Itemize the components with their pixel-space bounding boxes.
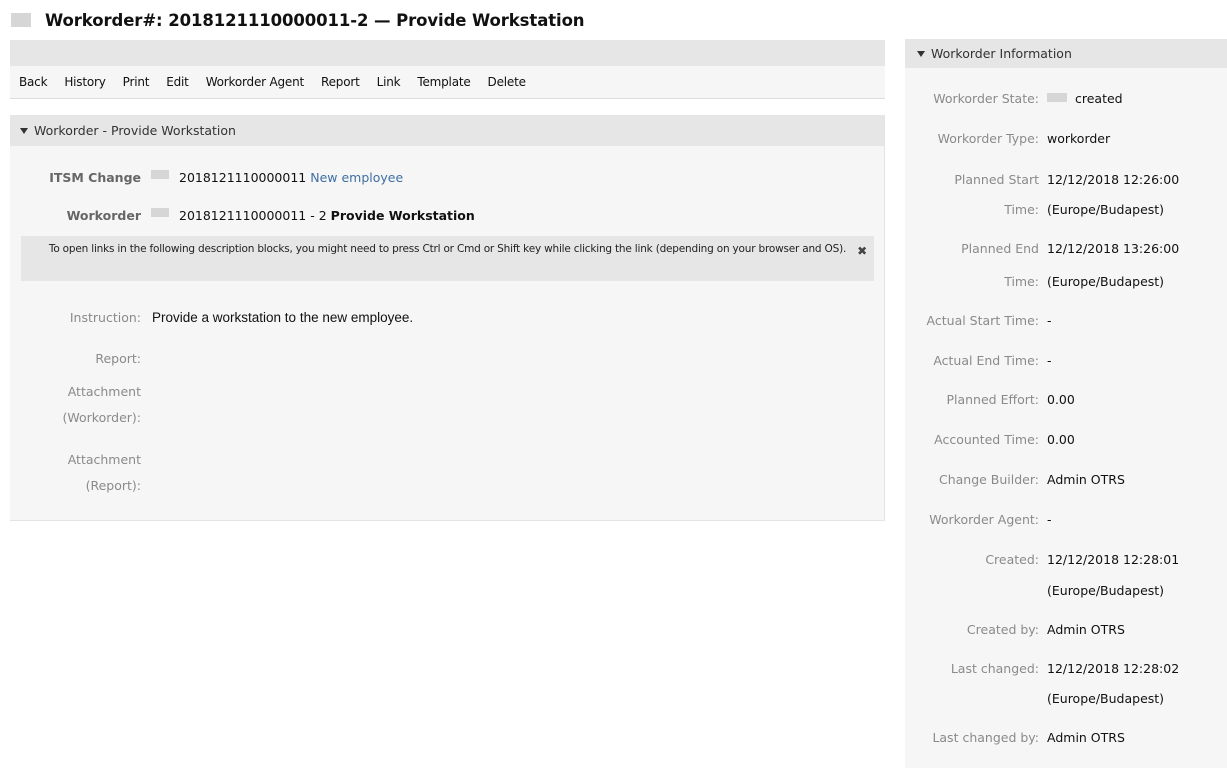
planned-effort-label: Planned Effort: [946,392,1039,407]
itsm-change-row: ITSM Change 2018121110000011 New employe… [10,167,403,187]
change-state-icon [151,169,169,179]
created-by-value: Admin OTRS [1047,622,1125,637]
workorder-widget-title: Workorder - Provide Workstation [34,123,236,138]
planned-start-value-line1: 12/12/2018 12:26:00 [1047,172,1180,187]
action-menu: Back History Print Edit Workorder Agent … [10,66,885,99]
itsm-change-link[interactable]: New employee [310,170,403,185]
attachment-workorder-label-line2: (Workorder): [62,410,141,425]
menu-history[interactable]: History [64,75,105,89]
menu-back[interactable]: Back [19,75,48,89]
state-value: created [1075,91,1123,106]
workorder-agent-label: Workorder Agent: [929,512,1039,527]
close-icon[interactable]: ✖ [857,244,867,259]
report-label-box: Report: [10,342,141,376]
planned-end-value-line2: (Europe/Budapest) [1047,274,1165,289]
action-bar-header [10,40,885,66]
created-label: Created: [985,552,1039,567]
collapse-caret-icon[interactable] [917,50,925,57]
planned-start-label-line2: Time: [1004,202,1039,217]
state-value-wrap: created [1047,91,1123,106]
last-changed-label: Last changed: [950,661,1039,676]
workorder-widget-header[interactable]: Workorder - Provide Workstation [10,115,884,146]
workorder-number: 2018121110000011 - 2 [179,207,327,223]
instruction-label-box: Instruction: [10,301,141,335]
workorder-label: Workorder [66,207,141,223]
accounted-time-label: Accounted Time: [934,432,1039,447]
created-by-label: Created by: [966,622,1039,637]
workorder-agent-value: - [1047,512,1052,527]
planned-start-value-line2: (Europe/Budapest) [1047,202,1165,217]
created-value-line2: (Europe/Budapest) [1047,583,1165,598]
menu-delete[interactable]: Delete [488,75,526,89]
attachment-report-label-box: Attachment (Report): [10,447,141,507]
created-value-line1: 12/12/2018 12:28:01 [1047,552,1180,567]
menu-edit[interactable]: Edit [166,75,189,89]
planned-end-label-line2: Time: [1004,274,1039,289]
planned-end-value-line1: 12/12/2018 13:26:00 [1047,241,1180,256]
report-label: Report: [95,351,141,366]
menu-print[interactable]: Print [123,75,150,89]
actual-start-value: - [1047,313,1052,328]
link-notice-text: To open links in the following descripti… [48,243,847,255]
workorder-widget: Workorder - Provide Workstation ITSM Cha… [10,115,885,521]
workorder-info-widget: Workorder Information Workorder State: c… [905,39,1227,768]
planned-end-label-line1: Planned End [961,241,1039,256]
menu-link[interactable]: Link [377,75,401,89]
page-title-bar: Workorder#: 2018121110000011-2 — Provide… [11,9,585,31]
attachment-report-label-line2: (Report): [85,478,141,493]
attachment-workorder-label-box: Attachment (Workorder): [10,379,141,439]
attachment-report-label-line1: Attachment [67,452,141,467]
workorder-title: Provide Workstation [330,207,475,223]
state-color-icon [1047,93,1067,102]
planned-effort-value: 0.00 [1047,392,1075,407]
menu-template[interactable]: Template [417,75,470,89]
last-changed-value-line1: 12/12/2018 12:28:02 [1047,661,1180,676]
last-changed-by-label: Last changed by: [932,730,1039,745]
type-value: workorder [1047,131,1111,146]
menu-workorder-agent[interactable]: Workorder Agent [206,75,304,89]
workorder-info-header[interactable]: Workorder Information [905,39,1227,68]
actual-end-label: Actual End Time: [933,353,1039,368]
title-marker-icon [11,13,31,27]
planned-start-label-line1: Planned Start [954,172,1039,187]
change-builder-value: Admin OTRS [1047,472,1125,487]
instruction-value: Provide a workstation to the new employe… [152,310,414,325]
workorder-row: Workorder 2018121110000011 - 2 Provide W… [10,205,475,225]
last-changed-by-value: Admin OTRS [1047,730,1125,745]
page-title: Workorder#: 2018121110000011-2 — Provide… [45,10,585,30]
state-label: Workorder State: [933,91,1039,106]
attachment-workorder-label-line1: Attachment [67,384,141,399]
type-label: Workorder Type: [937,131,1039,146]
actual-start-label: Actual Start Time: [926,313,1039,328]
workorder-info-title: Workorder Information [931,46,1072,61]
link-notice: To open links in the following descripti… [21,236,874,281]
menu-report[interactable]: Report [321,75,360,89]
itsm-change-number: 2018121110000011 [179,169,307,185]
actual-end-value: - [1047,353,1052,368]
change-builder-label: Change Builder: [938,472,1039,487]
last-changed-value-line2: (Europe/Budapest) [1047,691,1165,706]
itsm-change-label: ITSM Change [49,169,141,185]
instruction-label: Instruction: [69,310,141,325]
collapse-caret-icon[interactable] [20,127,28,134]
workorder-state-icon [151,207,169,217]
accounted-time-value: 0.00 [1047,432,1075,447]
